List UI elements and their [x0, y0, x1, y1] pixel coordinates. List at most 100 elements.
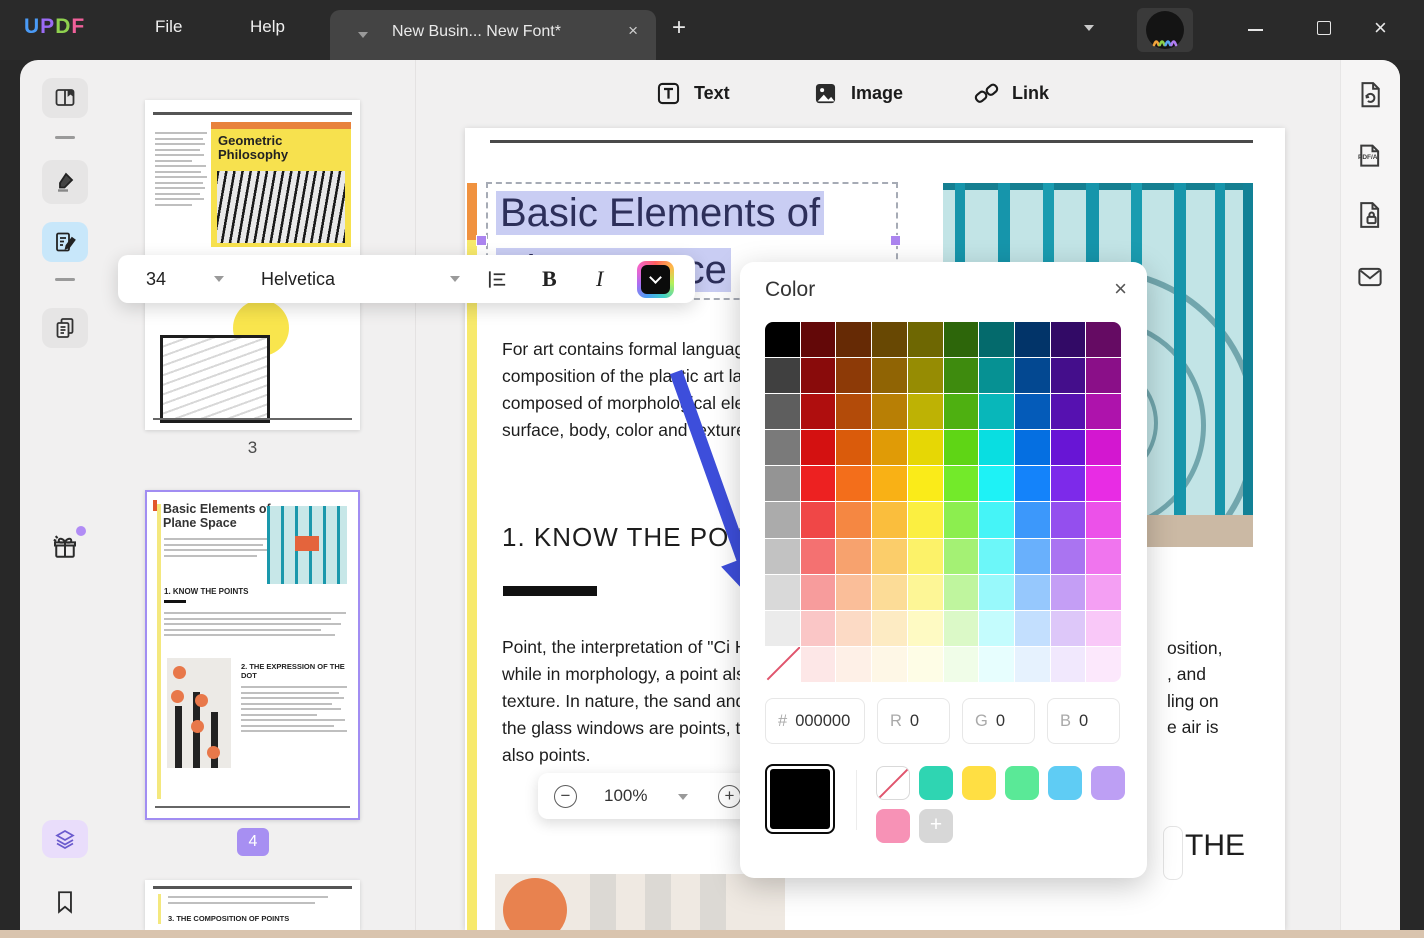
color-grid-swatch[interactable] — [908, 611, 943, 646]
color-grid-swatch[interactable] — [1086, 539, 1121, 574]
color-grid-swatch[interactable] — [1015, 430, 1050, 465]
zoom-out-button[interactable]: − — [554, 785, 577, 808]
color-grid-swatch[interactable] — [979, 502, 1014, 537]
color-grid-swatch[interactable] — [1051, 575, 1086, 610]
color-grid-swatch[interactable] — [944, 322, 979, 357]
color-grid-swatch[interactable] — [1086, 394, 1121, 429]
color-grid-swatch[interactable] — [1086, 466, 1121, 501]
new-tab-button[interactable]: + — [672, 14, 686, 42]
color-grid-swatch[interactable] — [944, 575, 979, 610]
color-grid-swatch[interactable] — [1015, 611, 1050, 646]
font-size-dropdown-icon[interactable] — [214, 276, 224, 282]
convert-pdf-button[interactable] — [1355, 80, 1387, 112]
color-grid-swatch[interactable] — [979, 611, 1014, 646]
align-button[interactable] — [486, 268, 509, 291]
color-grid-swatch[interactable] — [1051, 358, 1086, 393]
color-grid-swatch[interactable] — [944, 358, 979, 393]
tool-link[interactable]: Link — [973, 80, 1049, 107]
preset-pink[interactable] — [876, 809, 910, 843]
tab-close-icon[interactable]: × — [628, 21, 638, 41]
color-grid-swatch[interactable] — [944, 611, 979, 646]
tab-chevron-down-icon[interactable] — [358, 32, 368, 38]
color-grid-swatch[interactable] — [836, 466, 871, 501]
color-grid-swatch[interactable] — [872, 394, 907, 429]
color-grid-swatch[interactable] — [908, 502, 943, 537]
selection-handle-right[interactable] — [890, 235, 901, 246]
color-grid-swatch[interactable] — [908, 322, 943, 357]
blue-input[interactable]: B0 — [1047, 698, 1120, 744]
color-grid-swatch[interactable] — [1051, 502, 1086, 537]
color-grid-swatch[interactable] — [1086, 575, 1121, 610]
color-grid-swatch[interactable] — [908, 647, 943, 682]
color-grid-swatch[interactable] — [1086, 322, 1121, 357]
color-grid-swatch[interactable] — [836, 647, 871, 682]
color-grid-swatch[interactable] — [1015, 575, 1050, 610]
color-grid-swatch[interactable] — [765, 358, 800, 393]
color-grid-swatch[interactable] — [908, 430, 943, 465]
color-grid-swatch[interactable] — [872, 575, 907, 610]
preset-sky-blue[interactable] — [1048, 766, 1082, 800]
color-grid-swatch[interactable] — [872, 322, 907, 357]
color-grid-swatch[interactable] — [1015, 502, 1050, 537]
color-grid-swatch[interactable] — [1086, 358, 1121, 393]
reader-mode-button[interactable] — [42, 78, 88, 118]
color-grid-swatch[interactable] — [872, 358, 907, 393]
color-grid-swatch[interactable] — [944, 394, 979, 429]
italic-button[interactable]: I — [596, 255, 603, 303]
font-family-value[interactable]: Helvetica — [261, 255, 335, 303]
edit-pdf-button[interactable] — [42, 222, 88, 262]
color-grid-swatch[interactable] — [801, 322, 836, 357]
whats-new-button[interactable] — [42, 528, 88, 568]
color-grid-swatch[interactable] — [1051, 466, 1086, 501]
color-grid-swatch[interactable] — [979, 394, 1014, 429]
color-grid-swatch[interactable] — [765, 647, 800, 682]
color-grid-swatch[interactable] — [1015, 466, 1050, 501]
color-grid-swatch[interactable] — [801, 575, 836, 610]
font-size-value[interactable]: 34 — [146, 255, 166, 303]
color-grid-swatch[interactable] — [944, 502, 979, 537]
color-grid-swatch[interactable] — [908, 575, 943, 610]
color-grid-swatch[interactable] — [801, 430, 836, 465]
color-grid-swatch[interactable] — [836, 394, 871, 429]
color-grid-swatch[interactable] — [944, 647, 979, 682]
color-grid-swatch[interactable] — [801, 502, 836, 537]
color-grid-swatch[interactable] — [979, 322, 1014, 357]
color-grid-swatch[interactable] — [1015, 358, 1050, 393]
color-grid-swatch[interactable] — [908, 539, 943, 574]
color-grid-swatch[interactable] — [872, 647, 907, 682]
color-grid-swatch[interactable] — [765, 322, 800, 357]
thumbnail-page-4-selected[interactable]: Basic Elements of Plane Space 1. KNOW TH… — [145, 490, 360, 820]
color-grid-swatch[interactable] — [1086, 611, 1121, 646]
color-grid-swatch[interactable] — [836, 502, 871, 537]
color-grid-swatch[interactable] — [979, 575, 1014, 610]
color-grid-swatch[interactable] — [801, 358, 836, 393]
window-chevron-down-icon[interactable] — [1084, 25, 1094, 31]
color-grid-swatch[interactable] — [836, 575, 871, 610]
zoom-dropdown-icon[interactable] — [678, 794, 688, 800]
preset-teal[interactable] — [919, 766, 953, 800]
thumbnail-page-5[interactable]: 3. THE COMPOSITION OF POINTS — [145, 880, 360, 930]
pdfa-button[interactable]: PDF/A — [1355, 140, 1387, 172]
menu-file[interactable]: File — [155, 17, 182, 37]
color-grid-swatch[interactable] — [908, 466, 943, 501]
color-grid-swatch[interactable] — [944, 539, 979, 574]
color-grid-swatch[interactable] — [836, 358, 871, 393]
color-grid-swatch[interactable] — [1015, 647, 1050, 682]
color-grid-swatch[interactable] — [1015, 322, 1050, 357]
color-panel-close-icon[interactable]: × — [1114, 276, 1127, 302]
color-grid-swatch[interactable] — [1086, 647, 1121, 682]
menu-help[interactable]: Help — [250, 17, 285, 37]
document-tab[interactable]: New Busin... New Font* × — [330, 10, 656, 60]
bold-button[interactable]: B — [542, 255, 557, 303]
color-grid-swatch[interactable] — [979, 358, 1014, 393]
hex-input[interactable]: #000000 — [765, 698, 865, 744]
preset-lavender[interactable] — [1091, 766, 1125, 800]
color-grid-swatch[interactable] — [872, 466, 907, 501]
color-grid-swatch[interactable] — [979, 466, 1014, 501]
add-custom-color-button[interactable]: + — [919, 809, 953, 843]
font-color-button[interactable] — [637, 261, 674, 298]
color-grid-swatch[interactable] — [979, 647, 1014, 682]
color-grid-swatch[interactable] — [872, 502, 907, 537]
color-grid-swatch[interactable] — [1086, 502, 1121, 537]
color-grid-swatch[interactable] — [836, 611, 871, 646]
